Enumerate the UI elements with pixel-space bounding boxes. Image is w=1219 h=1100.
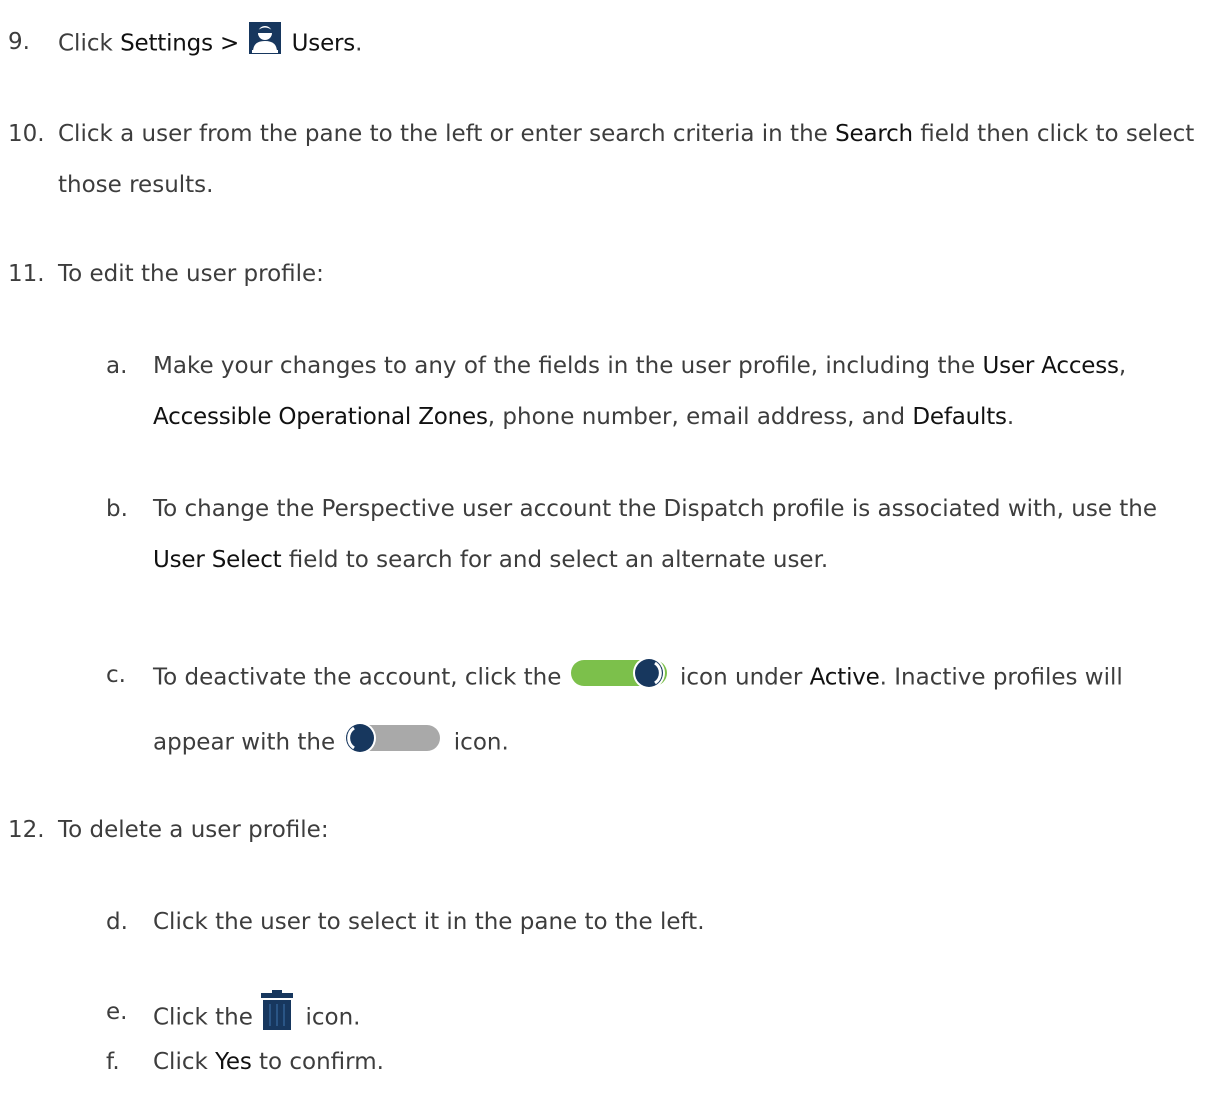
user-access-label: User Access <box>982 353 1119 379</box>
substep-text: Click Yes to confirm. <box>153 1049 384 1075</box>
step-number: 12. <box>8 817 45 843</box>
active-label: Active <box>809 664 880 691</box>
substep-letter: b. <box>106 496 128 522</box>
substep-letter: c. <box>106 662 126 688</box>
search-label: Search <box>835 121 913 147</box>
settings-label: Settings > <box>120 30 240 57</box>
substep-text: Make your changes to any of the fields i… <box>153 353 1127 379</box>
yes-label: Yes <box>215 1049 252 1075</box>
step-text: Click Settings > Users. <box>58 22 362 61</box>
step-text: Click a user from the pane to the left o… <box>58 121 1195 147</box>
step-text: To edit the user profile: <box>58 261 324 287</box>
substep-text: Click the user to select it in the pane … <box>153 909 705 935</box>
substep-text-continued: User Select field to search for and sele… <box>153 547 829 573</box>
step-number: 11. <box>8 261 45 287</box>
users-label: Users <box>291 30 356 57</box>
user-select-label: User Select <box>153 547 282 573</box>
substep-text: To deactivate the account, click the ico… <box>153 657 1123 696</box>
step-text-continued: those results. <box>58 172 214 198</box>
accessible-zones-label: Accessible Operational Zones <box>153 404 488 430</box>
substep-text-continued: appear with the icon. <box>153 722 509 761</box>
substep-text: Click the icon. <box>153 990 361 1039</box>
toggle-on-icon <box>569 655 669 691</box>
substep-text-continued: Accessible Operational Zones, phone numb… <box>153 404 1015 430</box>
substep-letter: e. <box>106 999 128 1025</box>
step-text: To delete a user profile: <box>58 817 329 843</box>
defaults-label: Defaults <box>912 404 1007 430</box>
user-icon <box>248 21 282 55</box>
substep-letter: d. <box>106 909 128 935</box>
substep-letter: a. <box>106 353 128 379</box>
substep-text: To change the Perspective user account t… <box>153 496 1158 522</box>
toggle-off-icon <box>342 720 442 756</box>
step-number: 10. <box>8 121 45 147</box>
substep-letter: f. <box>106 1049 120 1075</box>
step-number: 9. <box>8 29 30 55</box>
trash-icon <box>260 989 294 1031</box>
